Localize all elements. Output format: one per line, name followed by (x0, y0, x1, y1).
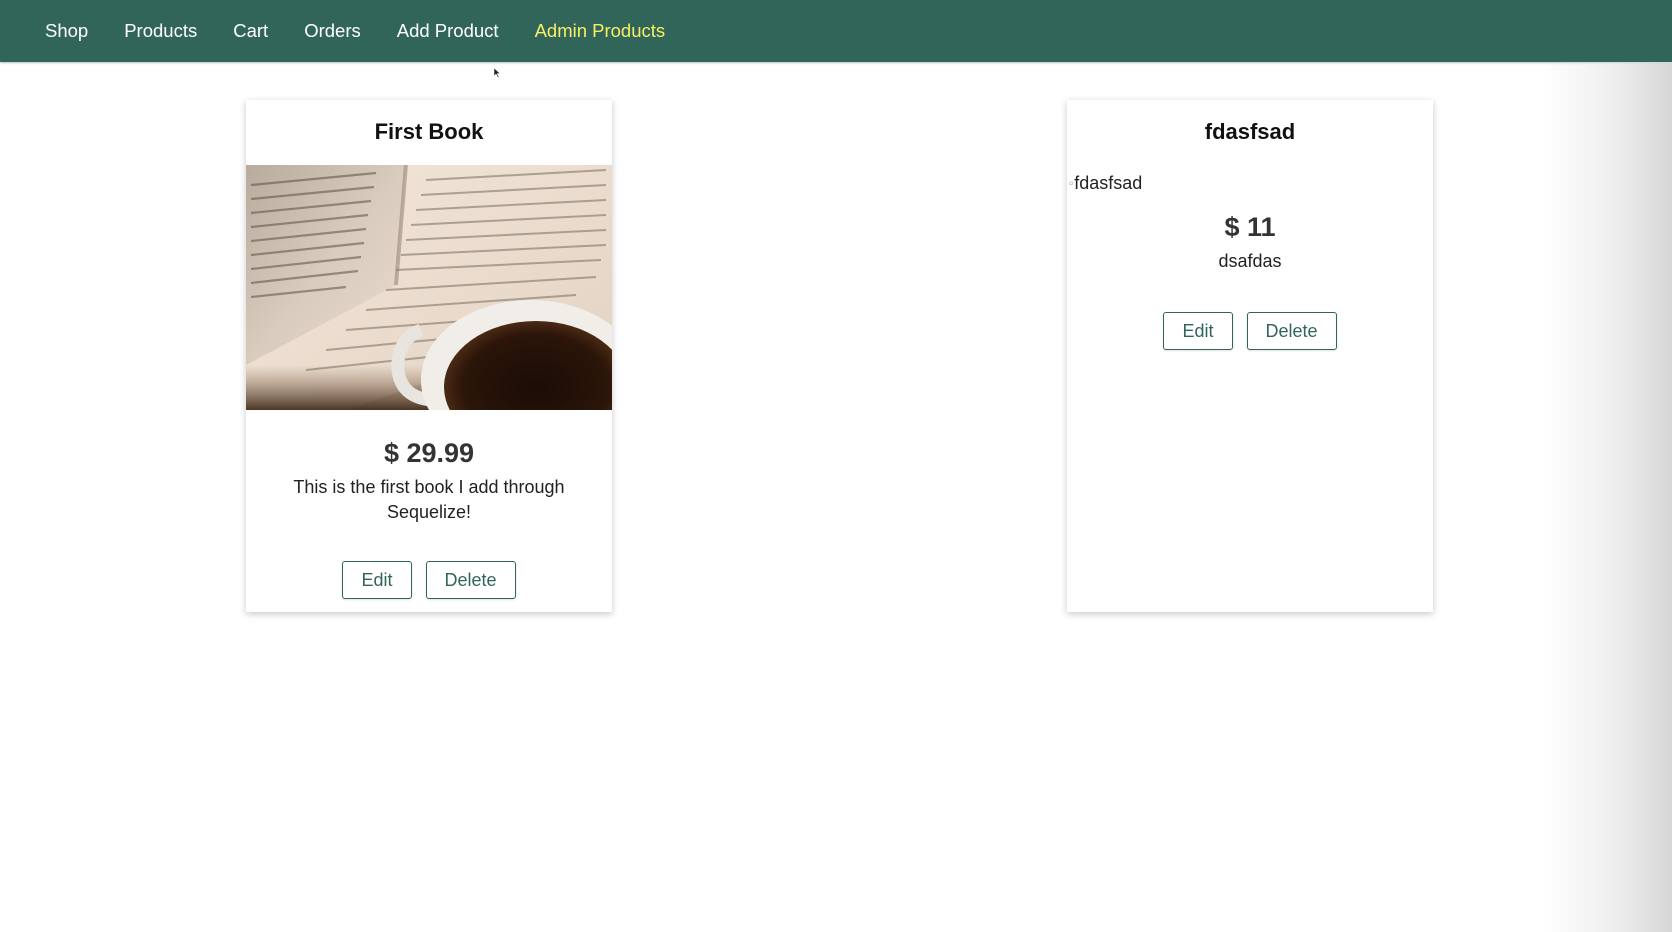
main-nav: Shop Products Cart Orders Add Product Ad… (0, 0, 1672, 62)
delete-button[interactable]: Delete (1246, 312, 1337, 350)
product-card: fdasfsad ▫ fdasfsad $ 11 dsafdas Edit Del… (1067, 100, 1433, 612)
product-price: $ 11 (1224, 212, 1276, 242)
nav-item-cart[interactable]: Cart (233, 20, 268, 42)
product-image (246, 165, 612, 410)
mouse-cursor-icon (494, 68, 501, 78)
product-price: $ 29.99 (383, 438, 475, 468)
nav-item-shop[interactable]: Shop (45, 20, 88, 42)
browser-viewport: Shop Products Cart Orders Add Product Ad… (0, 0, 1672, 932)
nav-item-products[interactable]: Products (124, 20, 197, 42)
nav-item-add-product[interactable]: Add Product (397, 20, 499, 42)
main-header: Shop Products Cart Orders Add Product Ad… (0, 0, 1672, 62)
product-description: This is the first book I add through Seq… (293, 477, 565, 522)
edge-shadow (1542, 62, 1672, 932)
product-actions: Edit Delete (1067, 312, 1433, 350)
image-alt-text: fdasfsad (1074, 172, 1143, 193)
product-image: ▫ fdasfsad (1067, 168, 1433, 198)
edit-button[interactable]: Edit (1163, 312, 1233, 350)
product-actions: Edit Delete (246, 561, 612, 599)
product-card: First Book $ 29.99 This is the first boo… (246, 100, 612, 612)
nav-item-admin-products[interactable]: Admin Products (535, 20, 666, 42)
product-title: First Book (374, 119, 484, 144)
product-title: fdasfsad (1204, 119, 1296, 144)
edit-button[interactable]: Edit (342, 561, 412, 599)
product-description: dsafdas (1218, 251, 1282, 271)
nav-item-orders[interactable]: Orders (304, 20, 361, 42)
delete-button[interactable]: Delete (425, 561, 516, 599)
broken-image-icon: ▫ (1069, 176, 1074, 190)
